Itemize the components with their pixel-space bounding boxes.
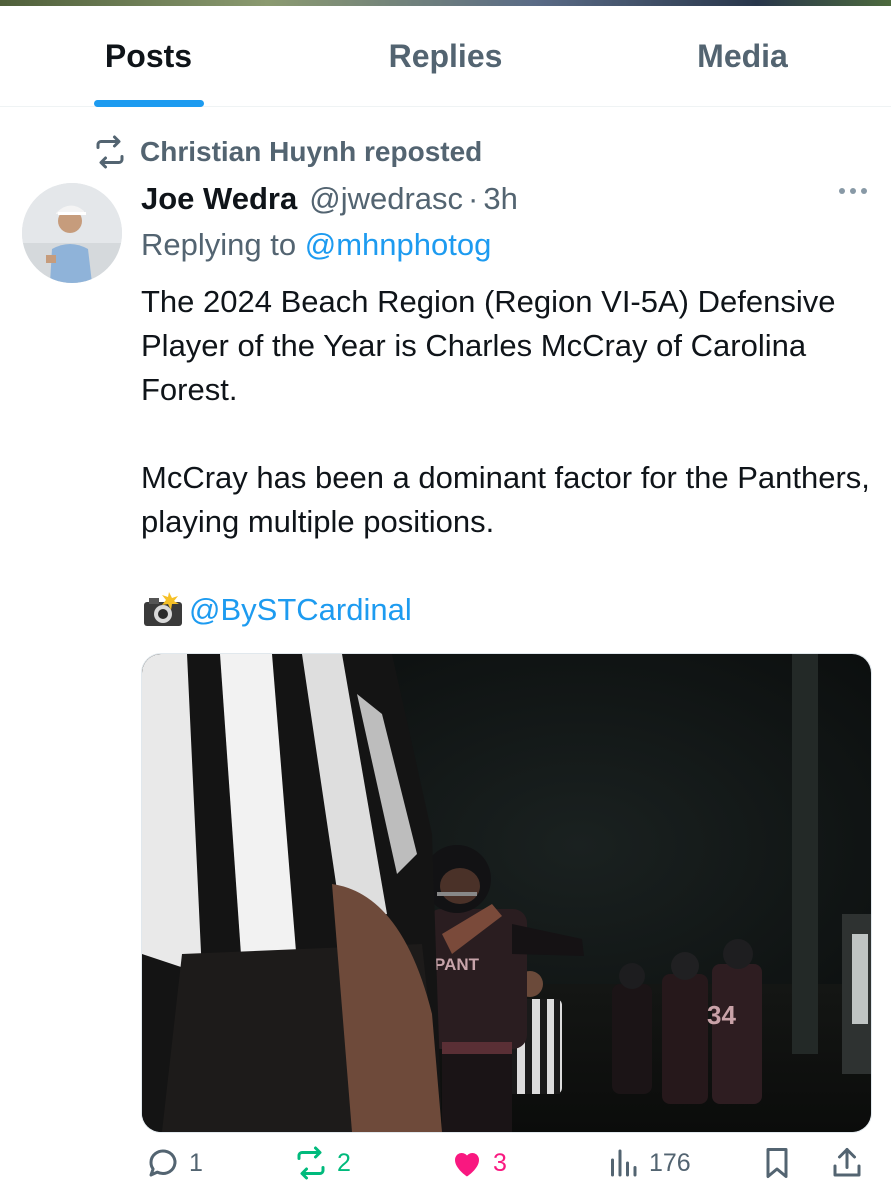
share-icon [833,1148,861,1177]
post-paragraph-1: The 2024 Beach Region (Region VI-5A) Def… [141,284,836,407]
background-players: 34 [612,939,762,1104]
active-tab-indicator [93,100,204,107]
heart-icon [454,1152,480,1177]
tab-media[interactable]: Media [594,6,891,106]
tab-posts-label: Posts [104,37,193,74]
reply-count: 1 [189,1148,203,1177]
tab-replies[interactable]: Replies [297,6,594,106]
post-header: Joe Wedra @jwedrasc · 3h [141,178,871,220]
replying-to: Replying to @mhnphotog [141,224,871,266]
reply-icon [149,1149,177,1177]
post-paragraph-2: McCray has been a dominant factor for th… [141,460,870,539]
separator-dot: · [468,181,479,216]
replying-prefix: Replying to [141,227,297,262]
tab-posts[interactable]: Posts [0,6,297,107]
author-name[interactable]: Joe Wedra [141,178,297,220]
more-icon[interactable] [839,188,867,194]
post-content: Joe Wedra @jwedrasc · 3h Replying to @mh… [141,178,871,632]
like-count: 3 [493,1148,507,1177]
share-button[interactable] [829,1145,865,1181]
author-handle[interactable]: @jwedrasc [309,178,463,220]
post-body: The 2024 Beach Region (Region VI-5A) Def… [141,280,871,632]
photo-credit-link[interactable]: @BySTCardinal [189,588,412,632]
views-icon [611,1149,637,1177]
repost-context[interactable]: Christian Huynh reposted [92,134,482,170]
repost-icon [96,135,124,169]
svg-text:34: 34 [707,1000,736,1030]
camera-flash-icon [144,592,182,626]
tab-replies-label: Replies [388,37,503,74]
like-button[interactable]: 3 [449,1145,507,1181]
post-image[interactable]: 34 PANT [141,653,872,1133]
foreground-referee [142,654,442,1132]
profile-tabs: Posts Replies Media [0,6,891,107]
replying-handle-link[interactable]: @mhnphotog [305,227,492,262]
avatar[interactable] [22,183,122,283]
views-button[interactable]: 176 [605,1145,691,1181]
repost-icon [297,1146,325,1180]
reply-button[interactable]: 1 [145,1145,203,1181]
jersey-text: PANT [434,955,480,974]
post-time[interactable]: 3h [483,178,517,220]
views-count: 176 [649,1148,691,1177]
avatar-image [22,183,122,283]
repost-button[interactable]: 2 [293,1145,351,1181]
bookmark-button[interactable] [759,1145,795,1181]
bookmark-icon [766,1148,788,1178]
photo-credit-line: @BySTCardinal [141,588,871,632]
repost-count: 2 [337,1148,351,1177]
tab-media-label: Media [697,37,788,74]
post-actions: 1 2 3 176 [141,1145,871,1195]
repost-label: Christian Huynh reposted [140,136,483,167]
football-photo: 34 PANT [142,654,871,1132]
